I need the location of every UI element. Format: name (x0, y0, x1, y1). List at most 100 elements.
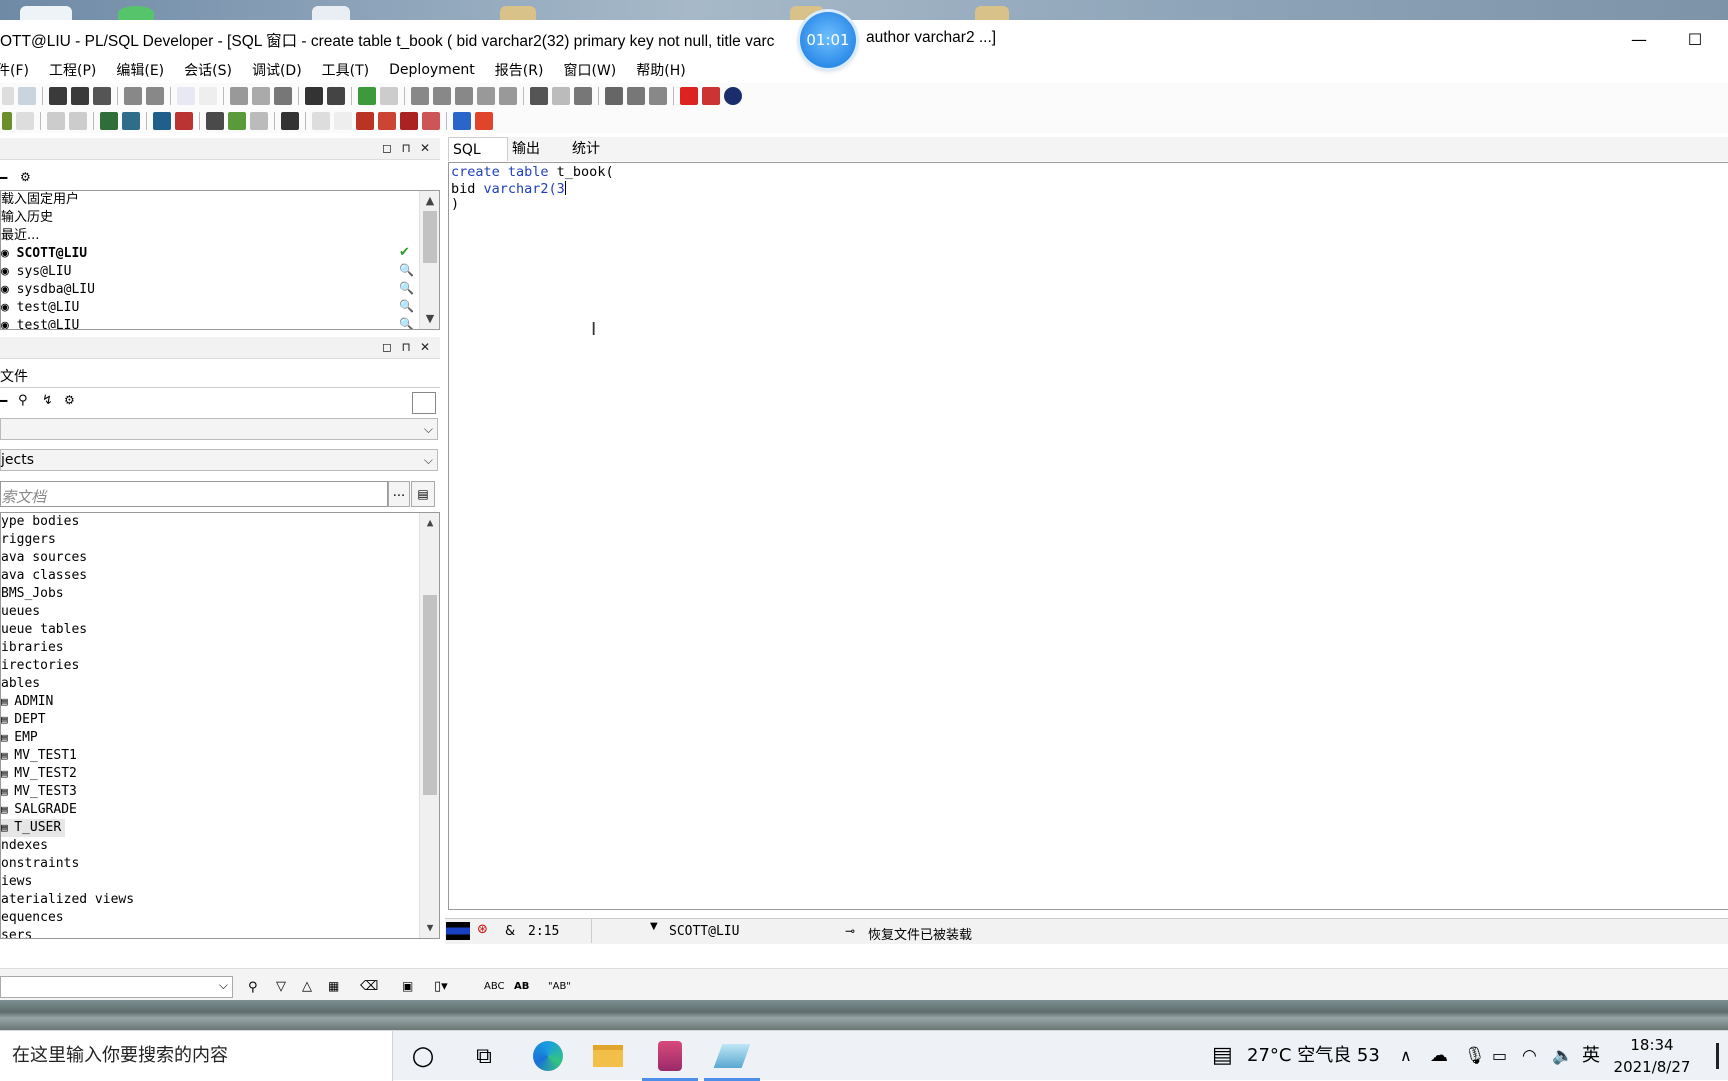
table-node[interactable]: ▤ ADMIN (1, 693, 439, 711)
news-widget-icon[interactable]: ▤ (1212, 1031, 1233, 1081)
sql-dropdown-icon[interactable] (122, 111, 140, 130)
panel-close-icon[interactable]: ✕ (418, 340, 432, 354)
maximize-button[interactable]: ☐ (1672, 20, 1718, 58)
selection-icon[interactable]: ▣ (402, 979, 413, 993)
menu-edit[interactable]: 编辑(E) (106, 60, 174, 80)
explain-plan-icon[interactable] (552, 86, 570, 105)
navigate-forward-icon[interactable] (453, 111, 471, 130)
breakpoint-icon[interactable] (312, 111, 330, 130)
tab-statistics[interactable]: 统计 (568, 137, 628, 161)
describe-icon[interactable] (250, 111, 268, 130)
step-out-icon[interactable] (422, 111, 440, 130)
eraser-icon[interactable]: ⌫ (360, 979, 378, 994)
copy-icon[interactable] (252, 86, 270, 105)
minimize-button[interactable]: — (1616, 20, 1662, 58)
collapse-icon[interactable]: ━ (0, 171, 7, 185)
window-list-icon[interactable] (605, 86, 623, 105)
menu-tools[interactable]: 工具(T) (312, 60, 379, 80)
microphone-icon[interactable]: 🎙 (1464, 1031, 1486, 1081)
cortana-icon[interactable]: ○ (405, 1038, 441, 1074)
save-as-icon[interactable] (71, 86, 89, 105)
plsql-developer-taskbar-icon[interactable] (642, 1038, 698, 1081)
table-node[interactable]: ▤ MV_TEST2 (1, 765, 439, 783)
open-icon[interactable] (18, 86, 36, 105)
whole-word-button[interactable]: AB (514, 981, 529, 992)
menu-session[interactable]: 会话(S) (174, 60, 242, 80)
test-icon[interactable] (228, 111, 246, 130)
scroll-thumb[interactable] (423, 595, 437, 795)
step-into-icon[interactable] (378, 111, 396, 130)
battery-icon[interactable]: ▭ (1492, 1031, 1507, 1081)
connection-item[interactable]: ◉ sysdba@LIU (1, 281, 439, 299)
connection-item-active[interactable]: ◉ SCOTT@LIU (1, 245, 439, 263)
cascade-icon[interactable] (649, 86, 667, 105)
list-item[interactable]: 最近... (1, 227, 439, 245)
pdf-icon[interactable] (702, 86, 720, 105)
plsql-window-taskbar-icon[interactable] (704, 1038, 760, 1081)
onedrive-icon[interactable]: ☁ (1430, 1031, 1448, 1081)
task-view-icon[interactable]: ⧉ (466, 1038, 502, 1074)
tab-sql[interactable]: SQL (448, 137, 508, 161)
panel-pin-icon[interactable]: ⊓ (399, 340, 413, 354)
paste-icon[interactable] (274, 86, 292, 105)
find-combo[interactable]: ⌵ (0, 976, 233, 998)
export-icon[interactable] (380, 86, 398, 105)
sql-code[interactable]: create table t_book( bid varchar2(3 ) (451, 164, 614, 213)
ime-indicator[interactable]: 英 (1582, 1031, 1600, 1081)
find-previous-icon[interactable]: △ (302, 979, 312, 994)
tree-node[interactable]: BMS_Jobs (1, 585, 439, 603)
find-icon[interactable]: ⚲ (248, 980, 258, 995)
file-explorer-icon[interactable] (590, 1038, 626, 1074)
tree-node[interactable]: sers (1, 927, 439, 938)
break-icon[interactable] (16, 111, 34, 130)
query-builder-icon[interactable] (530, 86, 548, 105)
volume-icon[interactable]: 🔈 (1552, 1031, 1573, 1081)
tab-output[interactable]: 输出 (508, 137, 568, 161)
sql-window-icon[interactable] (100, 111, 118, 130)
log-on-icon[interactable] (153, 111, 171, 130)
show-desktop-button[interactable] (1716, 1043, 1719, 1069)
object-tree-scrollbar[interactable]: ▲ ▼ (419, 513, 439, 938)
tree-node[interactable]: onstraints (1, 855, 439, 873)
save-all-icon[interactable] (93, 86, 111, 105)
scroll-down-icon[interactable]: ▼ (420, 311, 439, 327)
print-setup-icon[interactable] (146, 86, 164, 105)
menu-project[interactable]: 工程(P) (39, 60, 106, 80)
panel-restore-icon[interactable]: ◻ (380, 340, 394, 354)
panel-pin-icon[interactable]: ⊓ (399, 141, 413, 155)
table-node[interactable]: ▤ SALGRADE (1, 801, 439, 819)
document-icon[interactable]: ▤ (411, 481, 435, 507)
print-icon[interactable] (124, 86, 142, 105)
uppercase-icon[interactable] (499, 86, 517, 105)
highlight-icon[interactable]: ▦ (328, 979, 339, 993)
tree-node[interactable]: equences (1, 909, 439, 927)
recording-timer-badge[interactable]: 01:01 (800, 12, 856, 68)
tree-node[interactable]: ype bodies (1, 513, 439, 531)
filter-icon[interactable]: ⚙ (20, 170, 31, 184)
indent-icon[interactable] (411, 86, 429, 105)
tree-node[interactable]: ibraries (1, 639, 439, 657)
clear-icon[interactable] (334, 111, 352, 130)
scroll-up-icon[interactable]: ▲ (420, 515, 439, 531)
run-to-icon[interactable] (356, 111, 374, 130)
step-over-icon[interactable] (400, 111, 418, 130)
execute-dropdown-icon[interactable] (358, 86, 376, 105)
list-item[interactable]: 输入历史 (1, 209, 439, 227)
panel-close-icon[interactable]: ✕ (418, 141, 432, 155)
replace-icon[interactable] (327, 86, 345, 105)
dropdown-arrow-icon[interactable]: ▼ (650, 921, 658, 932)
doc-search-input[interactable]: 索文档 (0, 481, 388, 507)
owner-combo[interactable]: ⌵ (0, 418, 438, 440)
weather-widget[interactable]: 27°C 空气良 53 (1247, 1031, 1380, 1081)
cut-icon[interactable] (230, 86, 248, 105)
sql-editor[interactable]: create table t_book( bid varchar2(3 ) I (448, 162, 1728, 910)
clock[interactable]: 18:34 2021/8/27 (1612, 1034, 1692, 1078)
match-case-button[interactable]: ABC (484, 981, 505, 992)
refresh-icon[interactable]: ↯ (42, 393, 53, 408)
tree-node[interactable]: ava sources (1, 549, 439, 567)
table-node[interactable]: ▤ MV_TEST3 (1, 783, 439, 801)
comment-icon[interactable] (455, 86, 473, 105)
ellipsis-button[interactable]: ... (388, 481, 410, 507)
redo-icon[interactable] (199, 86, 217, 105)
panel-restore-icon[interactable]: ◻ (380, 141, 394, 155)
